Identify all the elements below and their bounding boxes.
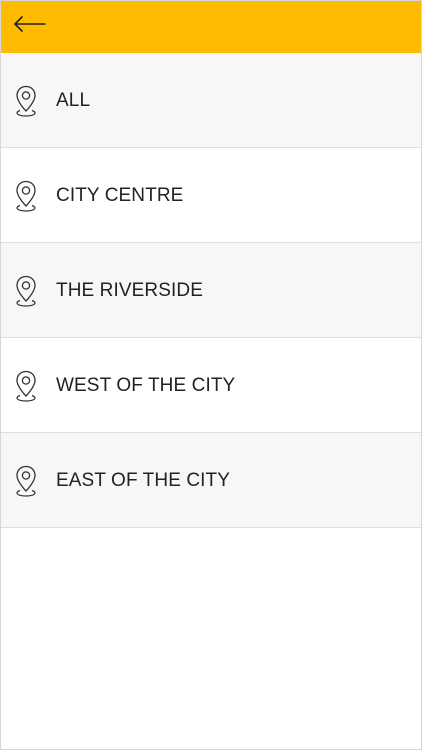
location-item-west-of-the-city[interactable]: WEST OF THE CITY — [1, 338, 421, 433]
location-label: EAST OF THE CITY — [56, 470, 231, 491]
location-item-all[interactable]: ALL — [1, 53, 421, 148]
map-pin-icon — [16, 370, 36, 402]
location-label: THE RIVERSIDE — [56, 280, 203, 301]
map-pin-icon — [16, 180, 36, 212]
map-pin-icon — [16, 275, 36, 307]
map-pin-icon — [16, 85, 36, 117]
location-item-city-centre[interactable]: CITY CENTRE — [1, 148, 421, 243]
location-list: ALL CITY CENTRE THE RIVERSIDE WEST OF TH… — [1, 53, 421, 528]
location-label: CITY CENTRE — [56, 185, 184, 206]
screen: ALL CITY CENTRE THE RIVERSIDE WEST OF TH… — [0, 0, 422, 750]
arrow-left-icon — [14, 16, 46, 32]
location-label: WEST OF THE CITY — [56, 375, 236, 396]
location-item-the-riverside[interactable]: THE RIVERSIDE — [1, 243, 421, 338]
location-label: ALL — [56, 90, 91, 111]
app-bar — [1, 1, 421, 53]
map-pin-icon — [16, 465, 36, 497]
back-button[interactable] — [9, 7, 49, 43]
location-item-east-of-the-city[interactable]: EAST OF THE CITY — [1, 433, 421, 528]
